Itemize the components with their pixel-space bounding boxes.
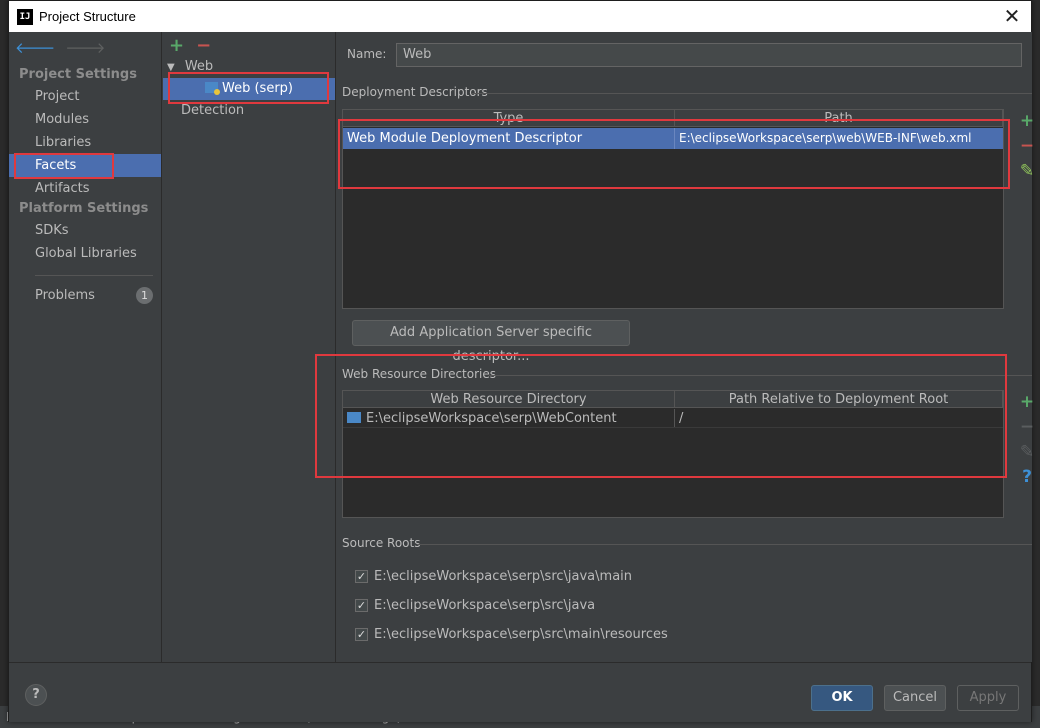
table-header: Type Path <box>343 110 1003 127</box>
section-separator <box>471 93 1032 94</box>
add-facet-icon[interactable]: + <box>169 35 184 56</box>
nav-item-problems[interactable]: Problems 1 <box>9 284 161 307</box>
web-resource-rel-cell: / <box>679 411 684 426</box>
ok-button[interactable]: OK <box>811 685 873 711</box>
nav-item-sdks[interactable]: SDKs <box>9 219 161 242</box>
table-header: Web Resource Directory Path Relative to … <box>343 391 1003 408</box>
column-header-web-resource-directory[interactable]: Web Resource Directory <box>343 391 675 408</box>
descriptor-type-cell: Web Module Deployment Descriptor <box>343 128 675 149</box>
tree-node-web[interactable]: ▼ Web <box>163 56 335 78</box>
checkbox-checked-icon[interactable]: ✓ <box>355 628 368 641</box>
deployment-table-tools: + − ✎ <box>1014 109 1040 184</box>
nav-divider <box>35 275 153 276</box>
title-bar: IJ Project Structure ✕ <box>9 1 1031 32</box>
nav-item-facets[interactable]: Facets <box>9 154 161 177</box>
remove-icon[interactable]: − <box>1020 134 1034 159</box>
descriptor-path-cell: E:\eclipseWorkspace\serp\web\WEB-INF\web… <box>679 131 972 145</box>
web-facet-icon <box>205 82 220 95</box>
web-resource-directories-title: Web Resource Directories <box>342 367 496 381</box>
nav-item-modules[interactable]: Modules <box>9 108 161 131</box>
project-settings-heading: Project Settings <box>19 67 137 82</box>
dialog-footer: ? OK Cancel Apply <box>9 662 1031 722</box>
source-root-item[interactable]: ✓ E:\eclipseWorkspace\serp\src\java <box>355 598 595 613</box>
section-separator <box>489 375 1032 376</box>
section-separator <box>417 544 1032 545</box>
settings-nav: 🡐 🡒 Project Settings Project Modules Lib… <box>9 32 162 662</box>
nav-arrows: 🡐 🡒 <box>15 38 105 57</box>
checkbox-checked-icon[interactable]: ✓ <box>355 599 368 612</box>
facet-tree: + − ▼ Web Web (serp) Detection <box>163 32 336 662</box>
remove-facet-icon[interactable]: − <box>196 35 211 56</box>
column-header-path[interactable]: Path <box>675 110 1003 127</box>
cancel-button[interactable]: Cancel <box>884 685 946 711</box>
web-resources-table-tools: + − ✎ ? <box>1014 390 1040 490</box>
tree-toolbar: + − <box>169 35 211 56</box>
window-title: Project Structure <box>39 9 136 24</box>
nav-item-artifacts[interactable]: Artifacts <box>9 177 161 200</box>
edit-pencil-icon[interactable]: ✎ <box>1020 159 1034 184</box>
tree-node-web-serp-label: Web (serp) <box>222 81 293 96</box>
platform-settings-heading: Platform Settings <box>19 201 149 216</box>
name-label: Name: <box>347 47 387 61</box>
name-field[interactable]: Web <box>396 43 1022 67</box>
checkbox-checked-icon[interactable]: ✓ <box>355 570 368 583</box>
nav-item-project[interactable]: Project <box>9 85 161 108</box>
source-root-path: E:\eclipseWorkspace\serp\src\java\main <box>374 569 633 584</box>
edit-pencil-icon[interactable]: ✎ <box>1020 440 1034 465</box>
facet-settings-panel: Name: Web Deployment Descriptors Type Pa… <box>337 32 1034 662</box>
deployment-descriptors-table[interactable]: Type Path Web Module Deployment Descript… <box>342 109 1004 309</box>
table-row[interactable]: E:\eclipseWorkspace\serp\WebContent / <box>343 409 1003 428</box>
nav-item-libraries[interactable]: Libraries <box>9 131 161 154</box>
add-server-descriptor-button[interactable]: Add Application Server specific descript… <box>352 320 630 364</box>
help-icon[interactable]: ? <box>1022 465 1032 490</box>
source-root-path: E:\eclipseWorkspace\serp\src\java <box>374 598 596 613</box>
problems-count-badge: 1 <box>136 287 153 304</box>
project-structure-dialog: IJ Project Structure ✕ 🡐 🡒 Project Setti… <box>8 0 1034 722</box>
intellij-logo-icon: IJ <box>17 8 33 25</box>
add-icon[interactable]: + <box>1020 390 1034 415</box>
close-icon[interactable]: ✕ <box>1001 5 1023 27</box>
tree-node-web-label: Web <box>184 59 214 74</box>
remove-icon[interactable]: − <box>1020 415 1034 440</box>
source-root-item[interactable]: ✓ E:\eclipseWorkspace\serp\src\java\main <box>355 569 632 584</box>
back-arrow-icon[interactable]: 🡐 <box>15 38 55 57</box>
column-header-path-relative[interactable]: Path Relative to Deployment Root <box>675 391 1003 408</box>
web-resource-dir-cell: E:\eclipseWorkspace\serp\WebContent <box>343 409 675 427</box>
table-row[interactable]: Web Module Deployment Descriptor E:\ecli… <box>343 128 1003 149</box>
column-header-type[interactable]: Type <box>343 110 675 127</box>
web-resource-dir-text: E:\eclipseWorkspace\serp\WebContent <box>366 411 617 426</box>
deployment-descriptors-title: Deployment Descriptors <box>342 85 488 99</box>
source-roots-title: Source Roots <box>342 536 421 550</box>
nav-item-global-libraries[interactable]: Global Libraries <box>9 242 161 265</box>
expand-arrow-icon[interactable]: ▼ <box>167 62 175 73</box>
add-icon[interactable]: + <box>1020 109 1034 134</box>
source-root-path: E:\eclipseWorkspace\serp\src\main\resour… <box>374 627 668 642</box>
tree-node-detection[interactable]: Detection <box>163 100 335 122</box>
nav-item-problems-label: Problems <box>35 288 95 303</box>
forward-arrow-icon[interactable]: 🡒 <box>65 38 105 57</box>
tree-node-web-serp[interactable]: Web (serp) <box>163 78 335 100</box>
web-resource-directories-table[interactable]: Web Resource Directory Path Relative to … <box>342 390 1004 518</box>
help-button[interactable]: ? <box>25 684 47 706</box>
folder-icon <box>347 412 361 423</box>
source-root-item[interactable]: ✓ E:\eclipseWorkspace\serp\src\main\reso… <box>355 627 668 642</box>
apply-button[interactable]: Apply <box>957 685 1019 711</box>
